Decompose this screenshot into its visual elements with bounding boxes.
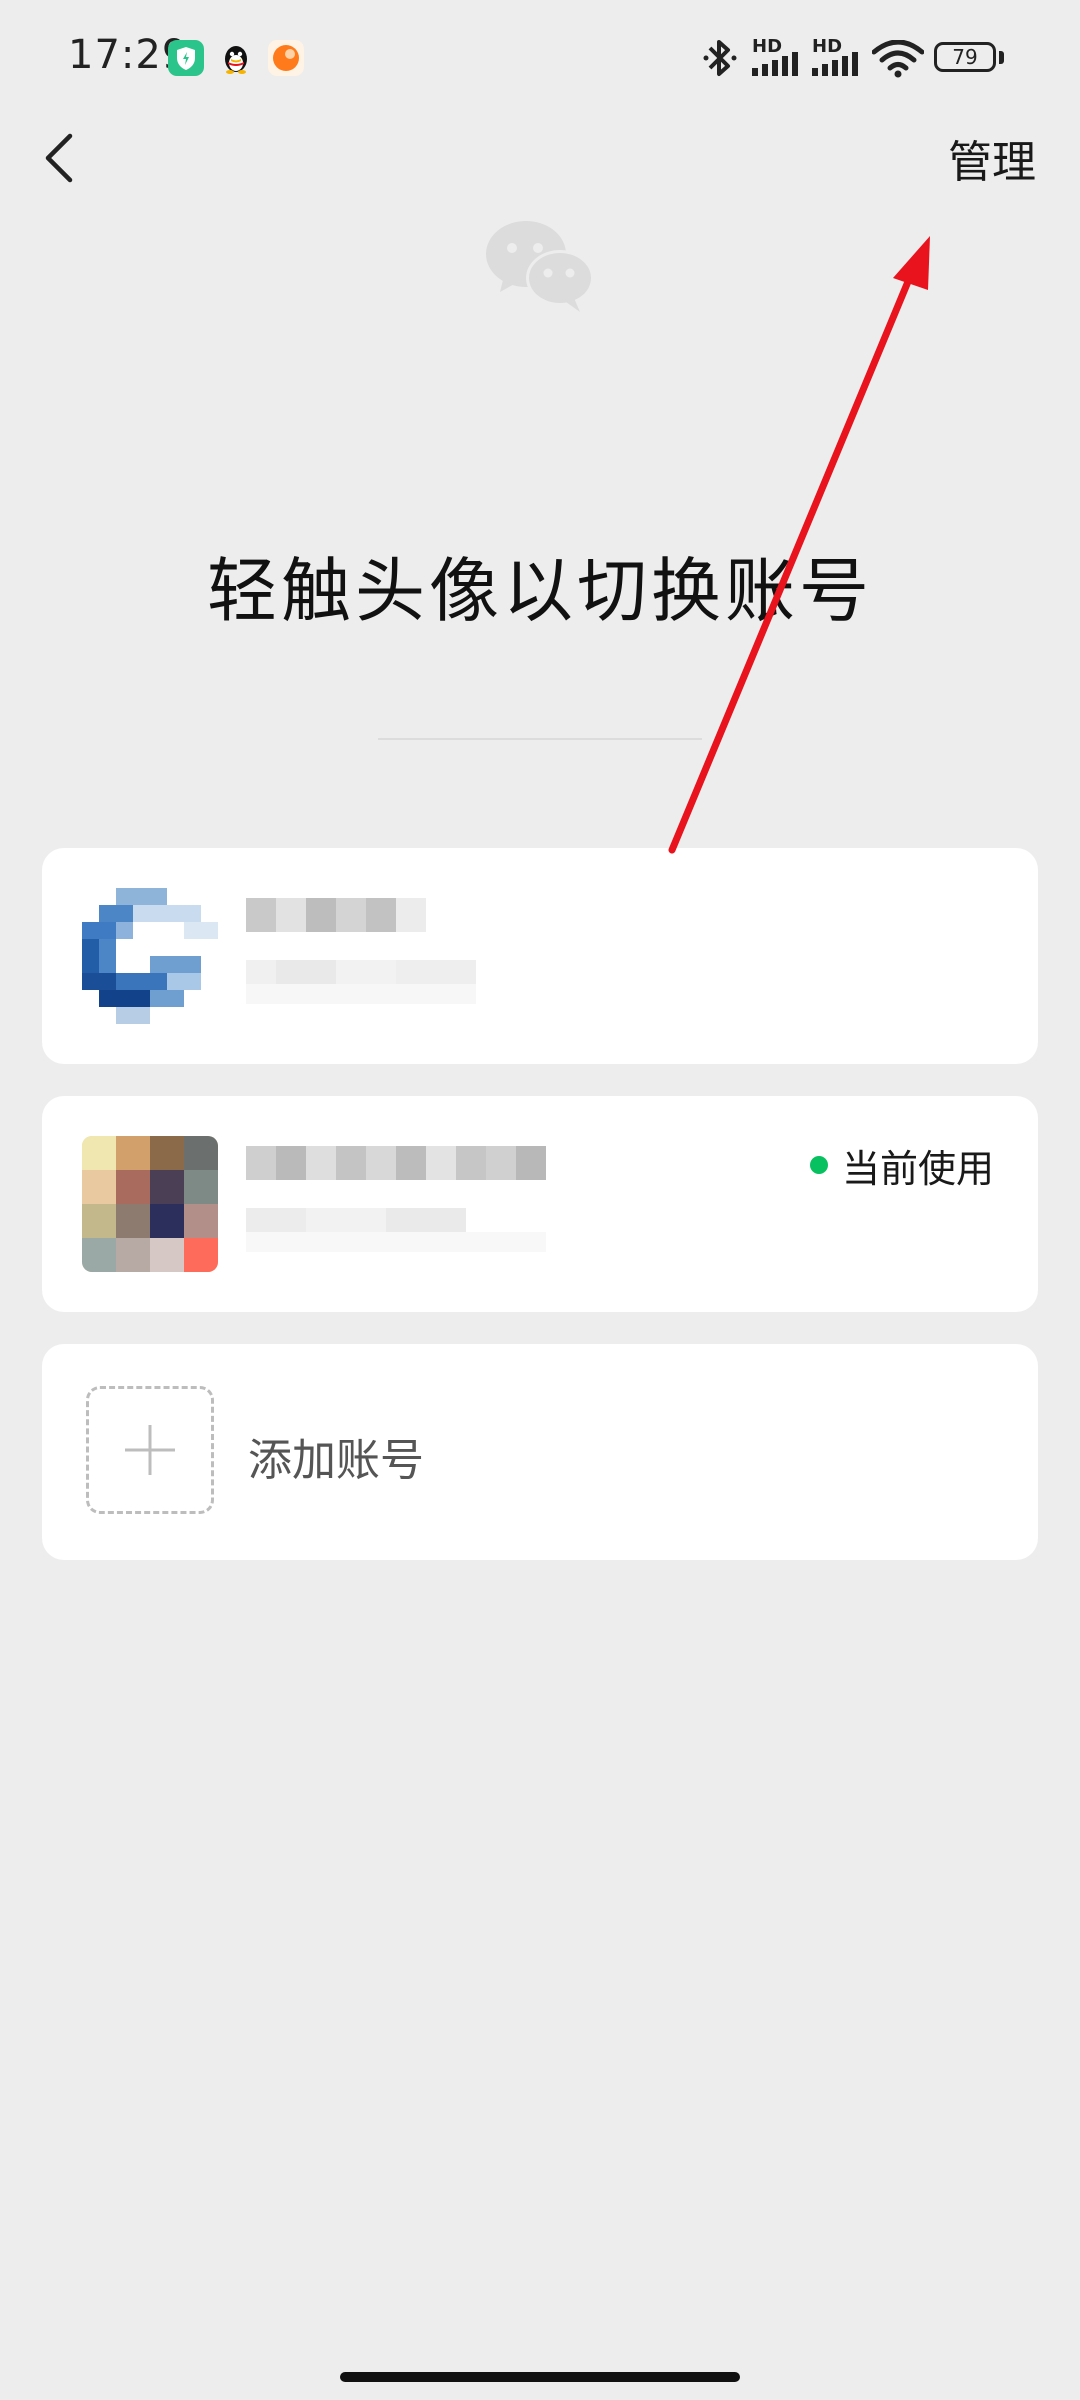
add-account-card[interactable]: 添加账号 — [42, 1344, 1038, 1560]
battery-icon: 79 — [934, 42, 996, 72]
divider — [378, 738, 702, 740]
add-account-label[interactable]: 添加账号 — [248, 1424, 424, 1488]
home-indicator[interactable] — [340, 2372, 740, 2382]
chevron-left-icon — [45, 133, 73, 183]
wechat-logo-icon — [486, 221, 594, 312]
add-account-box[interactable] — [86, 1386, 214, 1514]
cellular-signal-icon — [812, 52, 858, 76]
qq-penguin-icon — [218, 40, 254, 76]
current-dot-icon — [809, 1156, 828, 1174]
plus-icon — [125, 1425, 175, 1475]
wifi-icon — [872, 40, 924, 78]
account-card[interactable] — [42, 848, 1038, 1064]
orange-app-icon — [268, 40, 304, 76]
account-name-blurred — [246, 898, 476, 1004]
avatar[interactable] — [82, 888, 218, 1024]
status-bar: 17:29 HD HD 79 — [0, 0, 1080, 110]
page-title: 轻触头像以切换账号 — [207, 550, 873, 632]
bluetooth-icon — [703, 40, 737, 76]
shield-app-icon — [168, 40, 204, 76]
battery-level: 79 — [952, 45, 978, 69]
manage-button[interactable]: 管理 — [948, 126, 1036, 190]
current-label: 当前使用 — [841, 1146, 994, 1191]
account-name-blurred — [246, 1146, 546, 1252]
account-card[interactable]: 当前使用 — [42, 1096, 1038, 1312]
current-account-badge: 当前使用 — [809, 1140, 994, 1191]
cellular-signal-icon — [752, 52, 798, 76]
battery-tip — [999, 51, 1004, 64]
avatar[interactable] — [82, 1136, 218, 1272]
back-button[interactable] — [30, 118, 100, 198]
